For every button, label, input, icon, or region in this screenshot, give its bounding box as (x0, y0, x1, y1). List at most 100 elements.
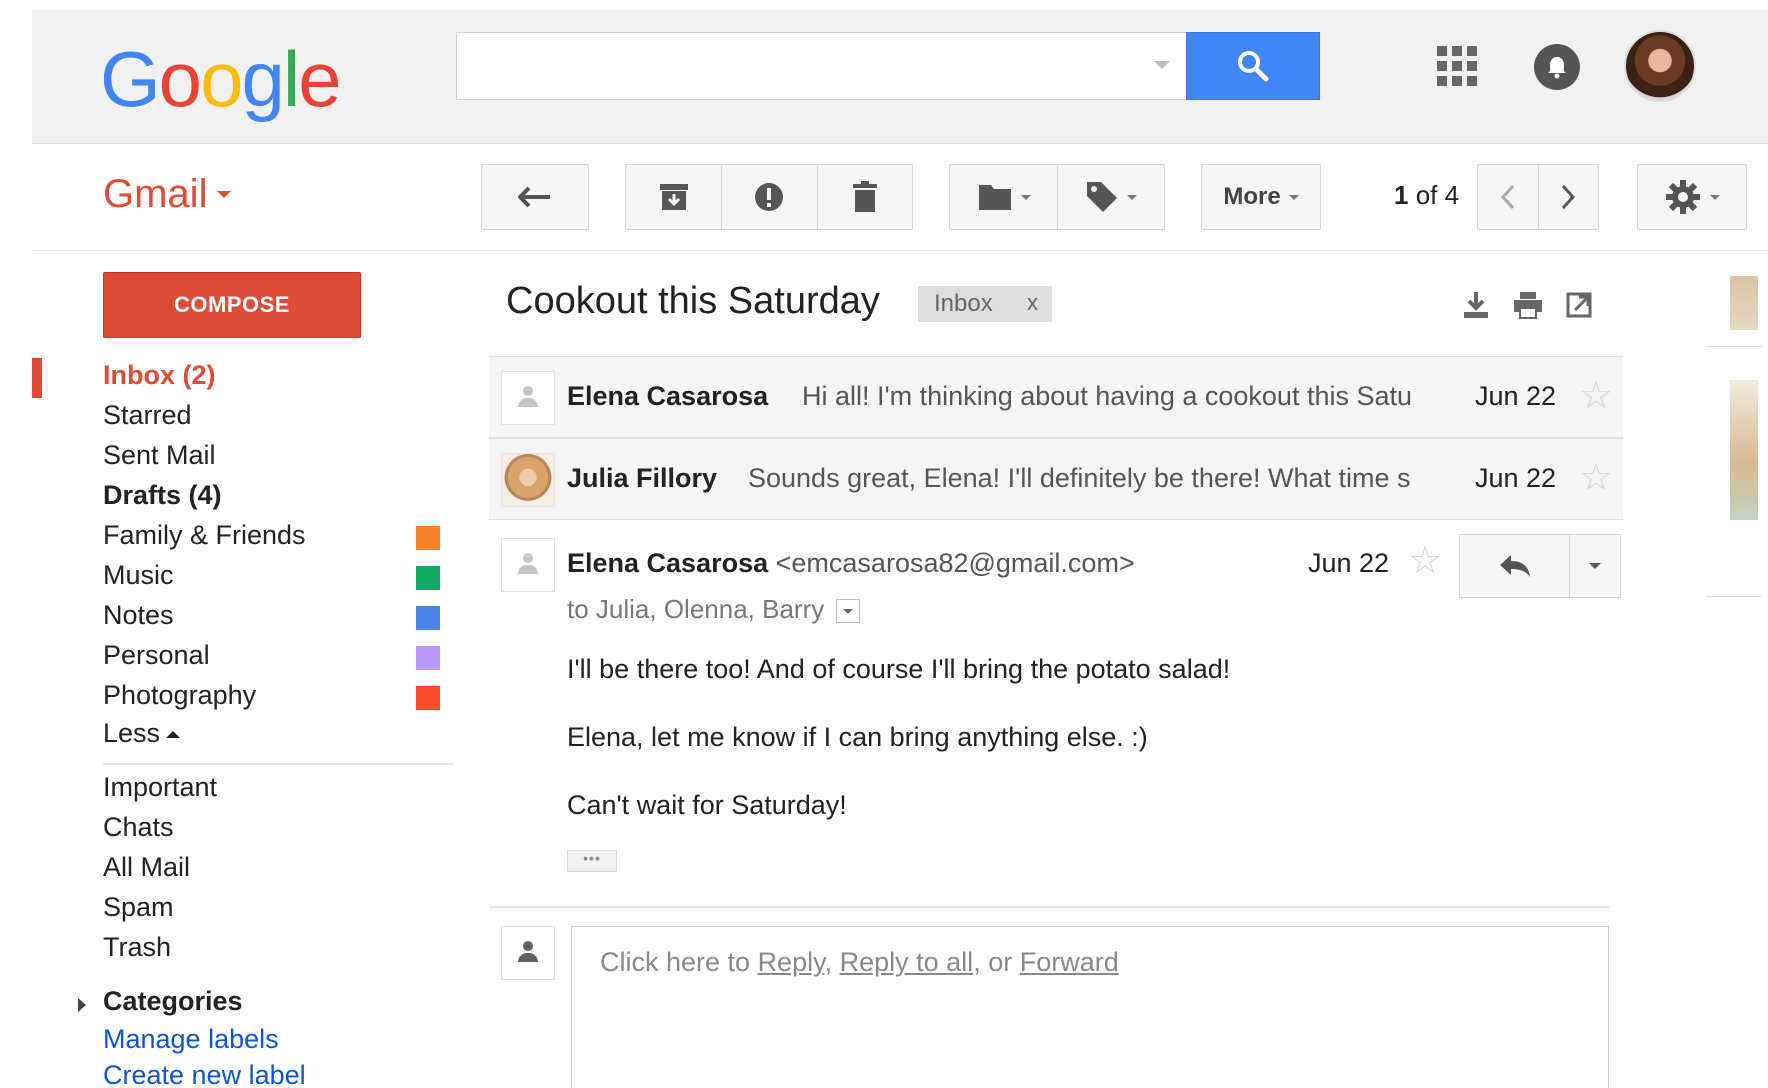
sidebar-item-music[interactable]: Music (103, 560, 174, 591)
sidebar-item-sent-mail[interactable]: Sent Mail (103, 440, 216, 471)
bell-icon[interactable] (1534, 44, 1580, 90)
reply-hint-sep: , (824, 947, 840, 977)
my-avatar (501, 926, 555, 980)
sidebar-less-toggle[interactable]: Less (103, 718, 181, 749)
search-button[interactable] (1186, 32, 1320, 100)
reply-box[interactable]: Click here to Reply, Reply to all, or Fo… (571, 926, 1609, 1088)
message-row[interactable]: Elena Casarosa Hi all! I'm thinking abou… (489, 356, 1623, 438)
label-color-swatch[interactable] (416, 526, 440, 550)
labels-button[interactable] (1057, 165, 1164, 229)
sidebar-item-important[interactable]: Important (103, 772, 217, 803)
inbox-label-chip[interactable]: Inbox x (918, 286, 1052, 322)
settings-button[interactable] (1637, 164, 1747, 230)
chevron-down-icon (1288, 194, 1299, 200)
back-arrow-icon (518, 186, 550, 208)
sidebar-divider (103, 763, 453, 765)
gear-icon (1666, 180, 1700, 214)
sender-avatar (501, 538, 555, 592)
contact-thumbnail[interactable] (1730, 276, 1758, 330)
person-icon (516, 386, 540, 412)
google-logo[interactable]: Google (100, 35, 342, 123)
sidebar-item-drafts[interactable]: Drafts (4) (103, 480, 222, 511)
chevron-down-icon (1710, 194, 1720, 200)
back-button[interactable] (481, 164, 589, 230)
sidebar-item-family-friends[interactable]: Family & Friends (103, 520, 306, 551)
delete-button[interactable] (816, 165, 912, 229)
archive-icon (659, 184, 688, 210)
label-color-swatch[interactable] (416, 606, 440, 630)
person-icon (516, 553, 540, 579)
archive-button[interactable] (626, 165, 721, 229)
reply-all-link[interactable]: Reply to all (840, 947, 974, 977)
sidebar-item-categories[interactable]: Categories (103, 986, 243, 1017)
message-snippet: Hi all! I'm thinking about having a cook… (802, 381, 1413, 411)
create-label-link[interactable]: Create new label (103, 1060, 306, 1088)
sender-avatar (501, 371, 555, 425)
account-avatar[interactable] (1624, 30, 1696, 102)
sidebar-item-chats[interactable]: Chats (103, 812, 174, 843)
sidebar-item-personal[interactable]: Personal (103, 640, 210, 671)
download-icon[interactable] (1462, 290, 1490, 320)
message-row[interactable]: Julia Fillory Sounds great, Elena! I'll … (489, 438, 1623, 520)
search-options-chevron-icon[interactable] (1154, 61, 1170, 69)
open-new-window-icon[interactable] (1565, 290, 1593, 320)
message-date: Jun 22 (1475, 463, 1557, 493)
sidebar-item-trash[interactable]: Trash (103, 932, 171, 963)
logo-letter: e (298, 35, 341, 123)
contact-thumbnail[interactable] (1730, 380, 1758, 520)
newer-button[interactable] (1478, 165, 1538, 229)
trash-icon (852, 181, 877, 212)
action-button-group (625, 164, 913, 230)
sidebar-item-starred[interactable]: Starred (103, 400, 192, 431)
star-icon[interactable]: ☆ (1579, 459, 1613, 497)
reply-link[interactable]: Reply (758, 947, 825, 977)
sidebar-item-spam[interactable]: Spam (103, 892, 174, 923)
forward-link[interactable]: Forward (1020, 947, 1119, 977)
reply-icon (1499, 555, 1530, 577)
remove-label-button[interactable]: x (1027, 290, 1038, 316)
gmail-switcher[interactable]: Gmail (103, 172, 232, 217)
star-icon[interactable]: ☆ (1579, 377, 1613, 415)
search-input[interactable] (456, 32, 1186, 100)
message-body-line: Can't wait for Saturday! (567, 790, 847, 820)
star-icon[interactable]: ☆ (1408, 542, 1442, 580)
sidebar-item-inbox[interactable]: Inbox (2) (103, 360, 216, 391)
show-details-chevron-icon[interactable] (836, 599, 861, 624)
sidebar-item-all-mail[interactable]: All Mail (103, 852, 190, 883)
manage-labels-link[interactable]: Manage labels (103, 1024, 279, 1055)
chevron-down-icon (1127, 194, 1137, 200)
recipients-line: to Julia, Olenna, Barry (567, 594, 861, 625)
inbox-label-text: Inbox (934, 290, 993, 317)
organize-button-group (949, 164, 1165, 230)
older-button[interactable] (1537, 165, 1598, 229)
right-panel-divider (1706, 596, 1762, 597)
tag-icon (1087, 182, 1117, 212)
sidebar-item-notes[interactable]: Notes (103, 600, 174, 631)
move-to-button[interactable] (950, 165, 1057, 229)
sender-avatar (501, 453, 555, 507)
apps-grid-icon[interactable] (1437, 46, 1477, 86)
logo-letter: o (158, 35, 202, 123)
show-trimmed-content-button[interactable]: ••• (567, 850, 617, 872)
chevron-down-icon (1020, 194, 1031, 200)
print-icon[interactable] (1512, 290, 1544, 320)
logo-letter: l (282, 35, 300, 123)
reply-hint-sep: , or (973, 947, 1020, 977)
less-label: Less (103, 718, 161, 748)
logo-letter: o (200, 35, 243, 123)
label-color-swatch[interactable] (416, 686, 440, 710)
report-spam-button[interactable] (721, 165, 816, 229)
label-color-swatch[interactable] (416, 566, 440, 590)
more-button[interactable]: More (1201, 164, 1321, 230)
pager-nav-group (1477, 164, 1599, 230)
label-color-swatch[interactable] (416, 646, 440, 670)
reply-button[interactable] (1459, 534, 1569, 598)
reply-hint: Click here to Reply, Reply to all, or Fo… (600, 947, 1119, 978)
message-body-line: I'll be there too! And of course I'll br… (567, 654, 1231, 684)
sidebar-item-photography[interactable]: Photography (103, 680, 256, 711)
reply-more-button[interactable] (1569, 534, 1621, 598)
chevron-down-icon (217, 191, 232, 198)
expand-triangle-icon[interactable] (78, 998, 86, 1012)
compose-button[interactable]: COMPOSE (103, 272, 361, 338)
person-icon (516, 941, 540, 967)
